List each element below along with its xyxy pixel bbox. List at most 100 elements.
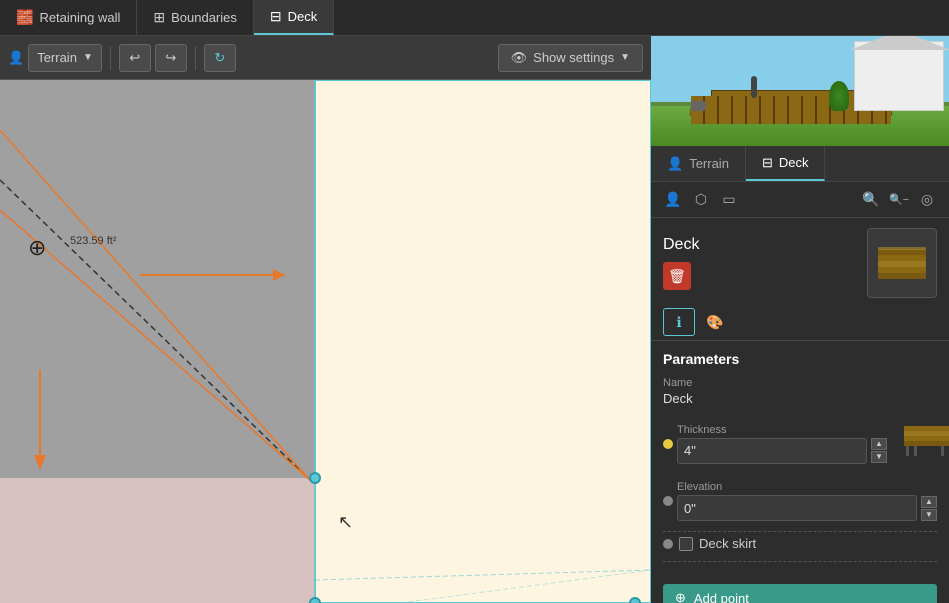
name-value: Deck [663,391,937,406]
person-icon-btn[interactable]: 👤 [659,186,687,214]
terrain-group: 👤 Terrain ▼ [8,44,102,72]
panel-tab-deck[interactable]: ⊟ Deck [746,146,826,181]
thickness-down-btn[interactable]: ▼ [871,451,887,463]
add-point-label: Add point [694,591,749,603]
show-settings-button[interactable]: 👁 Show settings ▼ [498,44,643,72]
elevation-down-btn[interactable]: ▼ [921,509,937,521]
move-cursor-icon: ⊕ [28,235,46,261]
deck-section: Deck 🗑 [651,218,949,304]
preview-scene [651,36,949,146]
elevation-input-group: ▲ ▼ [677,495,937,521]
elevation-input[interactable] [677,495,917,521]
tab-retaining-wall[interactable]: 🧱 Retaining wall [0,0,137,35]
deck-left-col: Deck 🗑 [663,236,699,290]
deck-preview-thumb [867,228,937,298]
divider-2 [663,561,937,562]
params-title: Parameters [663,351,937,367]
thickness-spinner: ▲ ▼ [871,438,887,463]
boundaries-icon: ⊞ [153,9,165,26]
chevron-down-icon: ▼ [83,52,93,63]
canvas-viewport[interactable]: ⊕ 523.59 ft² ↖ [0,80,651,603]
scene-house [854,41,944,111]
panel-content: Deck 🗑 [651,218,949,603]
pink-area [0,478,315,603]
deck-thumb-svg [870,231,934,295]
panel-tabs: 👤 Terrain ⊟ Deck [651,146,949,182]
deck-title: Deck [663,236,699,254]
info-tab-info[interactable]: ℹ [663,308,695,336]
deck-skirt-checkbox[interactable] [679,537,693,551]
zoom-out-icon-btn[interactable]: 🔍− [885,186,913,214]
deck-skirt-checkbox-wrap: Deck skirt [679,536,756,551]
refresh-button[interactable]: ↻ [204,44,236,72]
name-param: Name Deck [663,377,937,406]
rect-icon-btn[interactable]: ▭ [715,186,743,214]
gray-area [0,80,315,478]
panel-tab-terrain[interactable]: 👤 Terrain [651,146,746,181]
right-panel: 👤 Terrain ⊟ Deck 👤 ⬡ ▭ 🔍 🔍− ◎ Deck [651,36,949,603]
redo-icon: ↪ [165,50,176,66]
toolbar: 👤 Terrain ▼ ↩ ↪ ↻ 👁 Show settings ▼ [0,36,651,80]
scene-person-1 [751,76,757,98]
main-layout: 👤 Terrain ▼ ↩ ↪ ↻ 👁 Show settings ▼ [0,36,949,603]
tab-retaining-wall-label: Retaining wall [39,10,120,25]
deck-skirt-label: Deck skirt [699,536,756,551]
thickness-row: Thickness ▲ ▼ [663,416,937,471]
canvas-area: 👤 Terrain ▼ ↩ ↪ ↻ 👁 Show settings ▼ [0,36,651,603]
terrain-select[interactable]: Terrain ▼ [28,44,102,72]
undo-button[interactable]: ↩ [119,44,151,72]
deck-surface [315,80,651,603]
tab-boundaries[interactable]: ⊞ Boundaries [137,0,254,35]
scene-dog [691,101,706,111]
elevation-group: Elevation ▲ ▼ [677,481,937,521]
name-label: Name [663,377,937,389]
add-point-button[interactable]: ⊕ Add point [663,584,937,603]
zoom-in-icon-btn[interactable]: 🔍 [857,186,885,214]
tab-deck[interactable]: ⊟ Deck [254,0,334,35]
terrain-person-icon-panel: 👤 [667,156,683,172]
preview-area [651,36,949,146]
thickness-input-group: ▲ ▼ [677,438,887,464]
thickness-input[interactable] [677,438,867,464]
toolbar-divider-1 [110,46,111,70]
panel-tab-deck-label: Deck [779,155,809,170]
thickness-up-btn[interactable]: ▲ [871,438,887,450]
show-settings-label: Show settings [533,50,614,65]
retaining-wall-icon: 🧱 [16,9,33,26]
eye-icon: 👁 [511,50,528,66]
chevron-down-icon-2: ▼ [620,52,630,63]
refresh-icon: ↻ [214,50,225,66]
elevation-up-btn[interactable]: ▲ [921,496,937,508]
deck-side-svg [899,416,949,466]
elevation-row: Elevation ▲ ▼ [663,481,937,521]
info-tabs: ℹ 🎨 [651,304,949,341]
params-section: Parameters Name Deck Thickness ▲ [651,341,949,576]
delete-button[interactable]: 🗑 [663,262,691,290]
undo-icon: ↩ [129,50,140,66]
thickness-label: Thickness [677,424,887,436]
terrain-person-icon: 👤 [8,50,24,66]
thickness-group: Thickness ▲ ▼ [677,424,887,464]
deck-3d-thumb-side [899,416,949,471]
elevation-label: Elevation [677,481,937,493]
skirt-dot [663,539,673,549]
deck-icon: ⊟ [270,8,282,25]
hexagon-icon-btn[interactable]: ⬡ [687,186,715,214]
add-point-icon: ⊕ [675,590,686,603]
thickness-dot [663,439,673,449]
toolbar-divider-2 [195,46,196,70]
scene-tree [829,81,849,111]
measurement-label: 523.59 ft² [70,235,116,247]
divider-1 [663,531,937,532]
deck-skirt-row: Deck skirt [663,536,937,551]
tab-bar: 🧱 Retaining wall ⊞ Boundaries ⊟ Deck [0,0,949,36]
panel-icon-toolbar: 👤 ⬡ ▭ 🔍 🔍− ◎ [651,182,949,218]
target-icon-btn[interactable]: ◎ [913,186,941,214]
scene-roof [850,36,949,50]
elevation-dot [663,496,673,506]
redo-button[interactable]: ↪ [155,44,187,72]
tab-boundaries-label: Boundaries [171,10,237,25]
elevation-spinner: ▲ ▼ [921,496,937,521]
panel-tab-terrain-label: Terrain [689,156,729,171]
info-tab-style[interactable]: 🎨 [699,308,731,336]
